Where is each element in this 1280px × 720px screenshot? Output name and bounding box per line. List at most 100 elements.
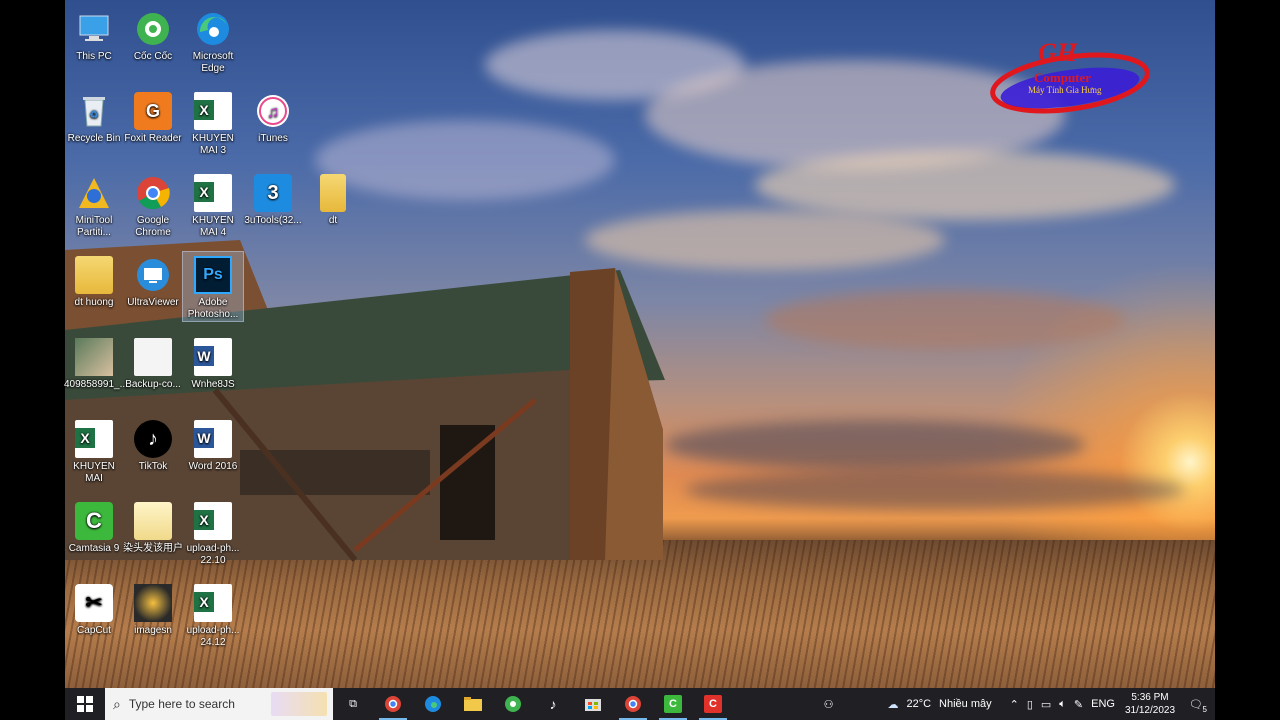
taskbar-chrome[interactable]	[373, 688, 413, 720]
image-file-409858991[interactable]: 409858991_...	[64, 334, 128, 391]
dt-folder[interactable]: dt	[303, 170, 363, 227]
itunes-icon: ♫	[254, 92, 292, 130]
recycle-bin-shortcut[interactable]: ♻ Recycle Bin	[64, 88, 124, 145]
taskbar-camtasia-recorder[interactable]: C	[693, 688, 733, 720]
wnhe8js-file[interactable]: Wnhe8JS	[183, 334, 243, 391]
notification-count: 5	[1202, 704, 1207, 714]
icon-label: KHUYEN MAI 3	[192, 133, 234, 156]
chinese-folder[interactable]: 染头发该用户	[123, 498, 183, 555]
coc-coc-shortcut[interactable]: Cốc Cốc	[123, 6, 183, 63]
icon-label: iTunes	[258, 133, 288, 144]
weather-desc[interactable]: Nhiều mây	[939, 698, 992, 710]
tiktok-shortcut[interactable]: ♪ TikTok	[123, 416, 183, 473]
icon-label: KHUYEN MAI	[73, 461, 115, 484]
task-view-icon: ⧉	[349, 697, 357, 710]
icon-label: Cốc Cốc	[133, 51, 173, 62]
excel-icon	[194, 584, 232, 622]
notification-center[interactable]: 🗨︎ 5	[1185, 698, 1207, 714]
document-icon	[134, 338, 172, 376]
icon-label: Recycle Bin	[67, 133, 121, 144]
show-hidden-icons-chevron[interactable]: ⌃	[1010, 698, 1019, 711]
icon-label: Adobe Photosho...	[187, 297, 239, 320]
khuyen-mai-file[interactable]: KHUYEN MAI	[64, 416, 124, 485]
taskbar-chrome-2[interactable]	[613, 688, 653, 720]
icon-label: imagesn	[134, 625, 172, 636]
pen-icon[interactable]: ✎	[1074, 698, 1083, 711]
3utools-shortcut[interactable]: 3 3uTools(32...	[243, 170, 303, 227]
icon-label: Foxit Reader	[124, 133, 182, 144]
photoshop-shortcut[interactable]: Ps Adobe Photosho...	[182, 251, 244, 322]
icon-label: MiniTool Partiti...	[75, 215, 113, 238]
recycle-bin-icon: ♻	[75, 92, 113, 130]
folder-icon	[134, 502, 172, 540]
taskbar-edge[interactable]	[413, 688, 453, 720]
capcut-shortcut[interactable]: ✂ CapCut	[64, 580, 124, 637]
icon-label: Google Chrome	[135, 215, 171, 238]
capcut-icon: ✂	[75, 584, 113, 622]
taskbar-file-explorer[interactable]	[453, 688, 493, 720]
upload-ph-2210-file[interactable]: upload-ph... 22.10	[183, 498, 243, 567]
icon-label: Microsoft Edge	[192, 51, 234, 74]
icon-label: dt	[328, 215, 338, 226]
search-placeholder: Type here to search	[128, 697, 235, 711]
search-highlight-image	[271, 692, 327, 716]
itunes-shortcut[interactable]: ♫ iTunes	[243, 88, 303, 145]
taskbar-coc-coc[interactable]	[493, 688, 533, 720]
excel-icon	[194, 92, 232, 130]
coc-coc-icon	[505, 696, 521, 712]
device-icon[interactable]: ▯	[1027, 698, 1033, 711]
clock[interactable]: 5:36 PM 31/12/2023	[1125, 691, 1175, 717]
start-button[interactable]	[65, 688, 105, 720]
khuyen-mai-3-file[interactable]: KHUYEN MAI 3	[183, 88, 243, 157]
clock-time: 5:36 PM	[1131, 692, 1169, 703]
folder-icon	[464, 697, 482, 711]
ultraviewer-icon	[134, 256, 172, 294]
icon-label: TikTok	[138, 461, 168, 472]
icon-label: This PC	[76, 51, 112, 62]
language-indicator[interactable]: ENG	[1091, 698, 1115, 710]
logo-brand: GH	[1038, 38, 1077, 67]
weather-temp[interactable]: 22°C	[906, 698, 931, 710]
ultraviewer-shortcut[interactable]: UltraViewer	[123, 252, 183, 309]
upload-ph-2412-file[interactable]: upload-ph... 24.12	[183, 580, 243, 649]
excel-icon	[194, 502, 232, 540]
task-view-button[interactable]: ⧉	[333, 688, 373, 720]
taskbar-tiktok[interactable]: ♪	[533, 688, 573, 720]
folder-icon	[75, 256, 113, 294]
this-pc-shortcut[interactable]: This PC	[64, 6, 124, 63]
icon-label: Wnhe8JS	[191, 379, 235, 390]
backup-file[interactable]: Backup-co...	[123, 334, 183, 391]
dt-huong-folder[interactable]: dt huong	[64, 252, 124, 309]
icon-label: UltraViewer	[127, 297, 179, 308]
logo-line2: Máy Tính Gia Hưng	[1028, 85, 1102, 95]
tiktok-icon: ♪	[549, 696, 557, 712]
edge-icon	[425, 696, 441, 712]
google-chrome-shortcut[interactable]: Google Chrome	[123, 170, 183, 239]
edge-shortcut[interactable]: Microsoft Edge	[183, 6, 243, 75]
svg-text:♻: ♻	[90, 110, 99, 121]
icon-label: Camtasia 9	[68, 543, 120, 554]
khuyen-mai-4-file[interactable]: KHUYEN MAI 4	[183, 170, 243, 239]
icon-label: upload-ph... 24.12	[186, 625, 240, 648]
icon-label: CapCut	[77, 625, 111, 636]
minitool-shortcut[interactable]: MiniTool Partiti...	[64, 170, 124, 239]
word-2016-shortcut[interactable]: Word 2016	[183, 416, 243, 473]
icon-label: dt huong	[74, 297, 114, 308]
volume-icon[interactable]: 🔈︎	[1059, 698, 1066, 711]
chrome-icon	[625, 696, 641, 712]
network-icon[interactable]: ▭	[1041, 698, 1051, 711]
taskbar-camtasia[interactable]: C	[653, 688, 693, 720]
people-icon[interactable]: ⚇	[824, 698, 834, 711]
weather-icon[interactable]: ☁	[887, 698, 898, 711]
foxit-reader-shortcut[interactable]: G Foxit Reader	[123, 88, 183, 145]
taskbar-store[interactable]	[573, 688, 613, 720]
store-icon	[585, 699, 601, 711]
chrome-icon	[385, 696, 401, 712]
camtasia-recorder-icon: C	[704, 695, 722, 713]
camtasia-icon: C	[75, 502, 113, 540]
icon-label: KHUYEN MAI 4	[192, 215, 234, 238]
imagesn-file[interactable]: imagesn	[123, 580, 183, 637]
search-box[interactable]: ⌕ Type here to search	[105, 688, 333, 720]
search-icon: ⌕	[113, 695, 121, 712]
camtasia-shortcut[interactable]: C Camtasia 9	[64, 498, 124, 555]
